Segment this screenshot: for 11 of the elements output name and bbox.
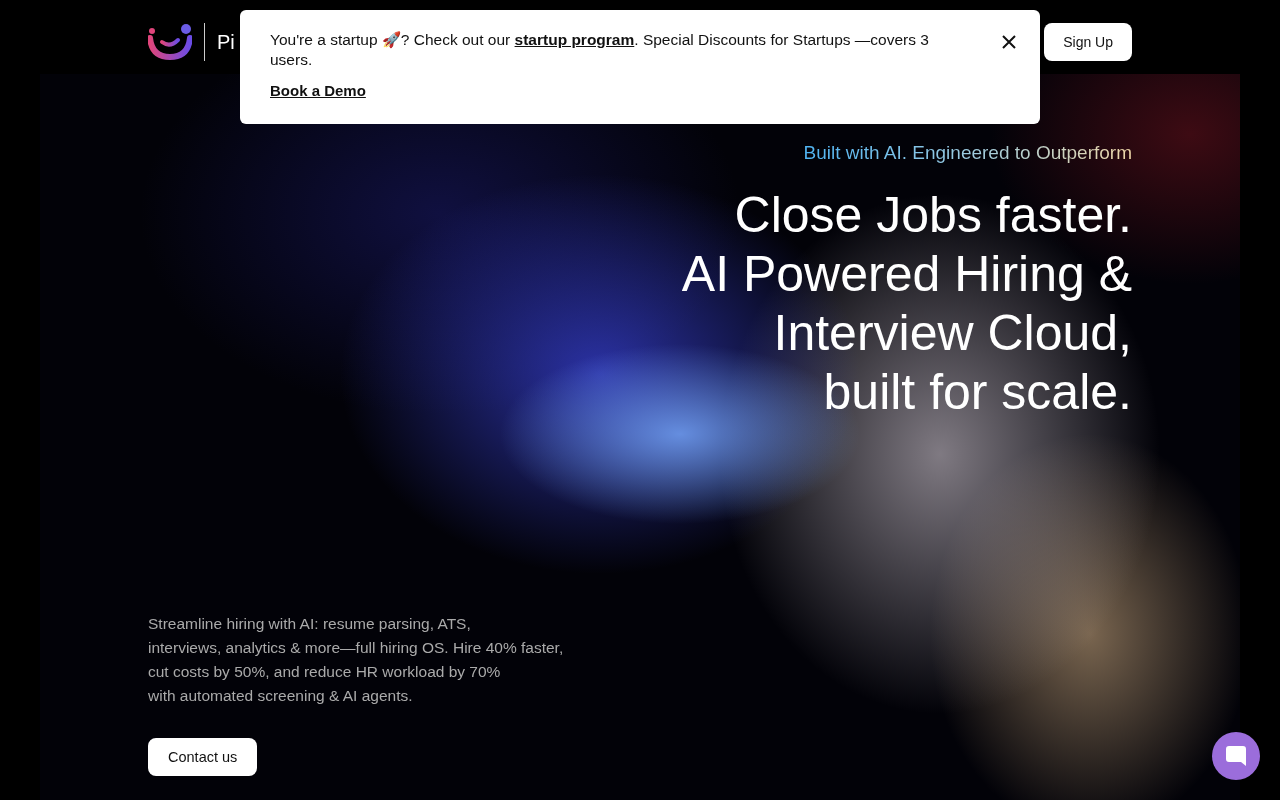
brand-name[interactable]: Pi [217, 30, 235, 54]
book-demo-link[interactable]: Book a Demo [270, 82, 366, 99]
smile-logo-icon [148, 24, 192, 60]
sign-up-button[interactable]: Sign Up [1044, 23, 1132, 61]
hero-description: Streamline hiring with AI: resume parsing, ATS, interviews, analytics & more—full hiring OS. Hire 40% faster, cut costs by 50%, and reduce HR workload by 70% with automated screening & AI agents. [148, 614, 565, 706]
close-icon[interactable] [1002, 35, 1016, 49]
chat-bubble-icon [1225, 745, 1247, 767]
headline: Close Jobs faster. AI Powered Hiring & Interview Cloud, built for scale. [681, 186, 1132, 422]
contact-button[interactable]: Contact us [148, 738, 258, 776]
banner-message: You're a startup 🚀? Check out our startup program. Special Discounts for Startups —covers 3 users. [270, 30, 930, 70]
chat-button[interactable] [1212, 732, 1260, 780]
